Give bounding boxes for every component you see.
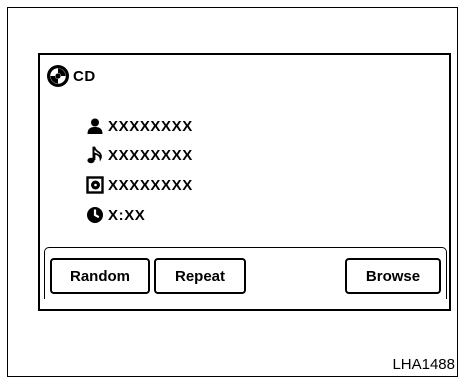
song-text: XXXXXXXX [108, 146, 193, 164]
audio-screen: CD XXXXXXXX XXXXXXXX XXXXXXXX X:XX Rando… [38, 53, 451, 311]
music-note-icon [87, 146, 102, 164]
figure-code: LHA1488 [392, 356, 455, 373]
figure-frame: CD XXXXXXXX XXXXXXXX XXXXXXXX X:XX Rando… [7, 7, 458, 377]
time-text: X:XX [108, 206, 146, 224]
album-disc-box-icon [86, 176, 104, 194]
artist-person-icon [87, 118, 103, 134]
song-row: XXXXXXXX [86, 144, 193, 166]
artist-text: XXXXXXXX [108, 117, 193, 135]
clock-icon [87, 207, 103, 223]
time-row: X:XX [86, 204, 145, 226]
source-label: CD [73, 67, 96, 85]
random-button[interactable]: Random [50, 258, 150, 294]
repeat-button[interactable]: Repeat [154, 258, 246, 294]
button-bar: Random Repeat Browse [44, 247, 447, 299]
artist-row: XXXXXXXX [86, 115, 193, 137]
album-text: XXXXXXXX [108, 176, 193, 194]
album-row: XXXXXXXX [86, 174, 193, 196]
source-header: CD [46, 63, 96, 89]
browse-button[interactable]: Browse [345, 258, 441, 294]
cd-disc-icon [47, 65, 69, 87]
